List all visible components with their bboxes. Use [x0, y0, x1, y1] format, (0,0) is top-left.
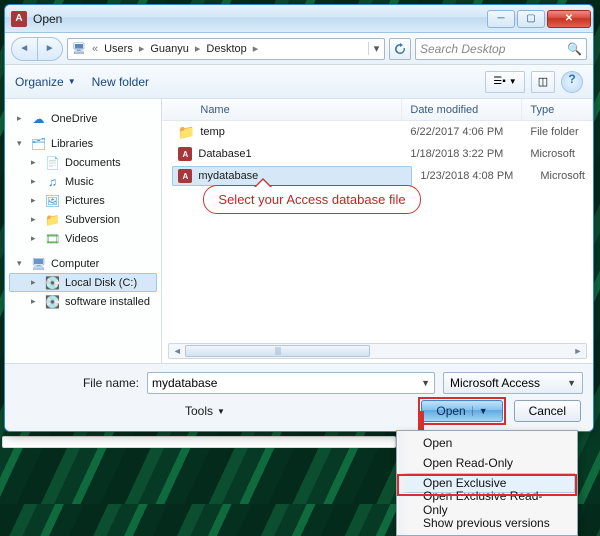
open-split-button[interactable]: Open ▼: [421, 400, 502, 422]
open-dialog: A Open ─ ▢ ✕ ◄ ► 🖥 « Users▸ Guanyu▸ Desk…: [4, 4, 594, 432]
view-switch-button[interactable]: ☰▪ ▼: [485, 71, 525, 93]
minimize-button[interactable]: ─: [487, 10, 515, 28]
help-button[interactable]: ?: [561, 71, 583, 93]
nav-back-forward[interactable]: ◄ ►: [11, 37, 63, 61]
documents-icon: 📄: [45, 155, 60, 170]
col-date[interactable]: Date modified: [402, 99, 522, 120]
toolbar: Organize▼ New folder ☰▪ ▼ ◫ ?: [5, 65, 593, 99]
nav-back-icon[interactable]: ◄: [12, 38, 38, 60]
menu-show-previous-versions[interactable]: Show previous versions: [399, 513, 575, 533]
tree-software-installed[interactable]: 💽 software installed: [9, 292, 157, 311]
search-icon: 🔍: [567, 42, 582, 56]
libraries-icon: 🗂: [31, 136, 46, 151]
file-type-filter[interactable]: Microsoft Access▼: [443, 372, 583, 394]
new-folder-button[interactable]: New folder: [92, 75, 149, 89]
folder-icon: 📁: [178, 124, 194, 140]
onedrive-icon: ☁: [31, 111, 46, 126]
filename-input[interactable]: mydatabase▼: [147, 372, 435, 394]
filename-label: File name:: [15, 376, 139, 390]
window-title: Open: [33, 12, 62, 26]
tree-videos[interactable]: 🎞 Videos: [9, 229, 157, 248]
path-dropdown-icon[interactable]: ▾: [368, 42, 384, 55]
tree-pictures[interactable]: 🖼 Pictures: [9, 191, 157, 210]
tree-documents[interactable]: 📄 Documents: [9, 153, 157, 172]
close-button[interactable]: ✕: [547, 10, 591, 28]
list-view-icon: ☰▪: [493, 76, 506, 87]
file-list[interactable]: Name Date modified Type 📁 temp 6/22/2017…: [162, 99, 593, 363]
menu-open-exclusive-readonly[interactable]: Open Exclusive Read-Only: [399, 493, 575, 513]
preview-pane-icon: ◫: [538, 75, 548, 88]
breadcrumb[interactable]: 🖥 « Users▸ Guanyu▸ Desktop▸ ▾: [67, 38, 385, 60]
tree-libraries[interactable]: 🗂 Libraries: [9, 134, 157, 153]
preview-pane-button[interactable]: ◫: [531, 71, 555, 93]
tree-computer[interactable]: 🖥 Computer: [9, 254, 157, 273]
annotation-open-button-highlight: Open ▼: [418, 397, 505, 425]
address-bar-row: ◄ ► 🖥 « Users▸ Guanyu▸ Desktop▸ ▾ Search…: [5, 33, 593, 65]
annotation-callout: Select your Access database file: [203, 185, 421, 214]
column-headers[interactable]: Name Date modified Type: [162, 99, 593, 121]
col-name[interactable]: Name: [162, 99, 402, 120]
col-type[interactable]: Type: [522, 99, 593, 120]
videos-icon: 🎞: [45, 231, 60, 246]
chevron-down-icon[interactable]: ▼: [567, 378, 576, 388]
refresh-button[interactable]: [389, 38, 411, 60]
menu-open[interactable]: Open: [399, 433, 575, 453]
music-icon: ♫: [45, 174, 60, 189]
disk-icon: 💽: [45, 275, 60, 290]
file-row[interactable]: A Database1 1/18/2018 3:22 PM Microsoft: [162, 143, 593, 165]
open-dropdown-icon[interactable]: ▼: [472, 406, 488, 416]
menu-open-readonly[interactable]: Open Read-Only: [399, 453, 575, 473]
tree-onedrive[interactable]: ☁ OneDrive: [9, 109, 157, 128]
open-mode-menu[interactable]: Open Open Read-Only Open Exclusive Open …: [396, 430, 578, 536]
refresh-icon: [394, 43, 406, 55]
scroll-right-icon[interactable]: ►: [570, 346, 586, 356]
scroll-left-icon[interactable]: ◄: [169, 346, 185, 356]
bottom-panel: File name: mydatabase▼ Microsoft Access▼…: [5, 363, 593, 431]
access-file-icon: A: [178, 169, 192, 183]
pictures-icon: 🖼: [45, 193, 60, 208]
subversion-icon: 📁: [45, 212, 60, 227]
disk-icon: 💽: [45, 294, 60, 309]
tree-subversion[interactable]: 📁 Subversion: [9, 210, 157, 229]
chevron-down-icon[interactable]: ▼: [421, 378, 430, 388]
maximize-button[interactable]: ▢: [517, 10, 545, 28]
breadcrumb-root-icon: 🖥: [72, 42, 88, 55]
search-input[interactable]: Search Desktop 🔍: [415, 38, 587, 60]
nav-forward-icon[interactable]: ►: [38, 38, 63, 60]
horizontal-scrollbar[interactable]: ◄ ►: [168, 343, 587, 359]
titlebar: A Open ─ ▢ ✕: [5, 5, 593, 33]
tree-music[interactable]: ♫ Music: [9, 172, 157, 191]
cancel-button[interactable]: Cancel: [514, 400, 581, 422]
organize-button[interactable]: Organize▼: [15, 75, 76, 89]
tools-dropdown[interactable]: Tools▼: [15, 404, 225, 418]
navigation-pane[interactable]: ☁ OneDrive 🗂 Libraries 📄 Documents ♫ Mus…: [5, 99, 162, 363]
file-row-selected[interactable]: A mydatabase 1/23/2018 4:08 PM Microsoft: [162, 165, 593, 187]
tree-local-disk-c[interactable]: 💽 Local Disk (C:): [9, 273, 157, 292]
computer-icon: 🖥: [31, 256, 46, 271]
access-file-icon: A: [178, 147, 192, 161]
file-row[interactable]: 📁 temp 6/22/2017 4:06 PM File folder: [162, 121, 593, 143]
access-app-icon: A: [11, 11, 27, 27]
